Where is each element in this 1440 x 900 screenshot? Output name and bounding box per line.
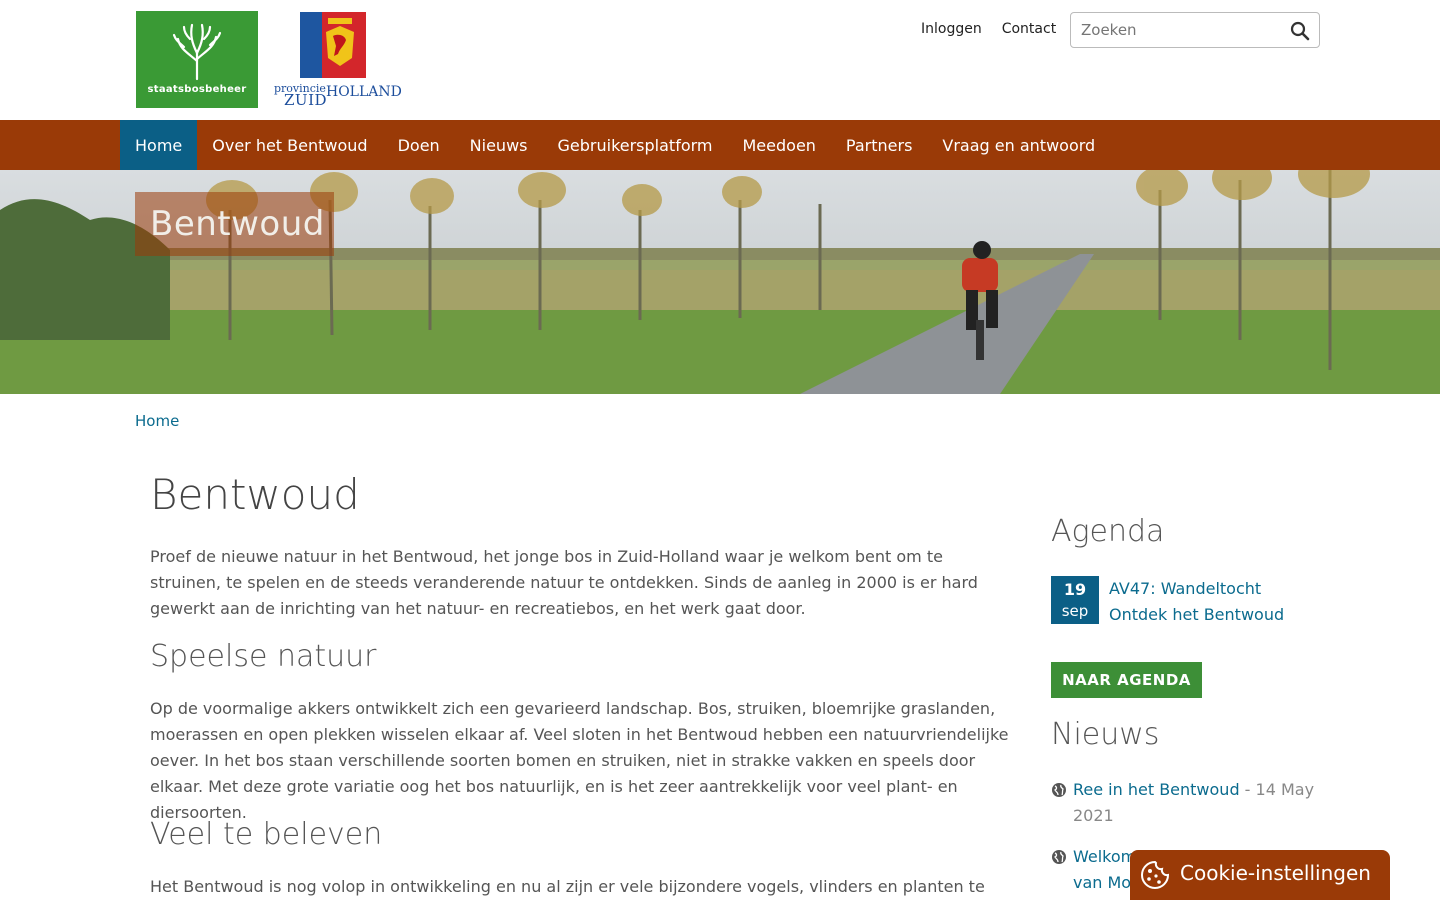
agenda-heading: Agenda (1051, 514, 1165, 549)
section-heading-veel-te-beleven: Veel te beleven (150, 817, 383, 852)
section-paragraph-veel-te-beleven: Het Bentwoud is nog volop in ontwikkelin… (150, 877, 985, 896)
staatsbosbeheer-logo[interactable]: staatsbosbeheer (136, 11, 258, 108)
globe-icon (1052, 783, 1066, 797)
main-navigation: Home Over het Bentwoud Doen Nieuws Gebru… (0, 120, 1440, 170)
main-content: Bentwoud Proef de nieuwe natuur in het B… (150, 470, 1010, 896)
nav-item-partners[interactable]: Partners (831, 120, 927, 170)
search-input[interactable] (1081, 19, 1281, 41)
search-icon[interactable] (1290, 21, 1310, 41)
site-header: staatsbosbeheer provincie ZUID HOLLAND I… (0, 0, 1440, 120)
nav-item-vraag-en-antwoord[interactable]: Vraag en antwoord (927, 120, 1110, 170)
cookie-icon (1141, 860, 1170, 889)
section-heading-speelse-natuur: Speelse natuur (150, 639, 377, 674)
page-title: Bentwoud (150, 470, 360, 519)
section-paragraph-speelse-natuur: Op de voormalige akkers ontwikkelt zich … (150, 699, 1009, 822)
event-date-badge: 19 sep (1051, 576, 1099, 624)
event-month: sep (1061, 602, 1089, 620)
nav-item-gebruikersplatform[interactable]: Gebruikersplatform (543, 120, 728, 170)
nav-item-home[interactable]: Home (120, 120, 198, 170)
nav-item-doen[interactable]: Doen (383, 120, 455, 170)
hero-title: Bentwoud (150, 204, 325, 244)
naar-agenda-button[interactable]: NAAR AGENDA (1051, 662, 1202, 698)
nav-item-meedoen[interactable]: Meedoen (728, 120, 831, 170)
nav-item-over-het-bentwoud[interactable]: Over het Bentwoud (197, 120, 382, 170)
news-text: Ree in het Bentwoud - 14 May 2021 (1073, 777, 1323, 829)
provincie-zuid-holland-logo[interactable]: provincie ZUID HOLLAND (274, 11, 402, 109)
contact-link[interactable]: Contact (1002, 21, 1056, 37)
nav-item-nieuws[interactable]: Nieuws (455, 120, 543, 170)
agenda-event[interactable]: 19 sep AV47: Wandeltocht Ontdek het Bent… (1051, 576, 1321, 626)
news-title-link[interactable]: Ree in het Bentwoud (1073, 780, 1240, 799)
hero-banner: Bentwoud (0, 170, 1440, 394)
cookie-settings-button[interactable]: Cookie-instellingen (1130, 850, 1390, 900)
top-links: Inloggen Contact (921, 21, 1056, 37)
search-box (1070, 12, 1320, 48)
cookie-settings-label: Cookie-instellingen (1180, 861, 1371, 885)
holland-text: HOLLAND (326, 84, 402, 100)
tree-icon (172, 23, 222, 81)
event-title-link[interactable]: AV47: Wandeltocht Ontdek het Bentwoud (1109, 576, 1309, 628)
staatsbosbeheer-logo-text: staatsbosbeheer (147, 84, 247, 95)
zuid-text: ZUID (284, 91, 328, 109)
globe-icon (1052, 850, 1066, 864)
news-heading: Nieuws (1051, 717, 1160, 752)
intro-paragraph: Proef de nieuwe natuur in het Bentwoud, … (150, 547, 978, 618)
breadcrumb-home-link[interactable]: Home (135, 412, 179, 430)
coat-of-arms-icon (300, 12, 366, 78)
breadcrumb: Home (135, 412, 179, 430)
login-link[interactable]: Inloggen (921, 21, 982, 37)
event-day: 19 (1063, 580, 1087, 599)
